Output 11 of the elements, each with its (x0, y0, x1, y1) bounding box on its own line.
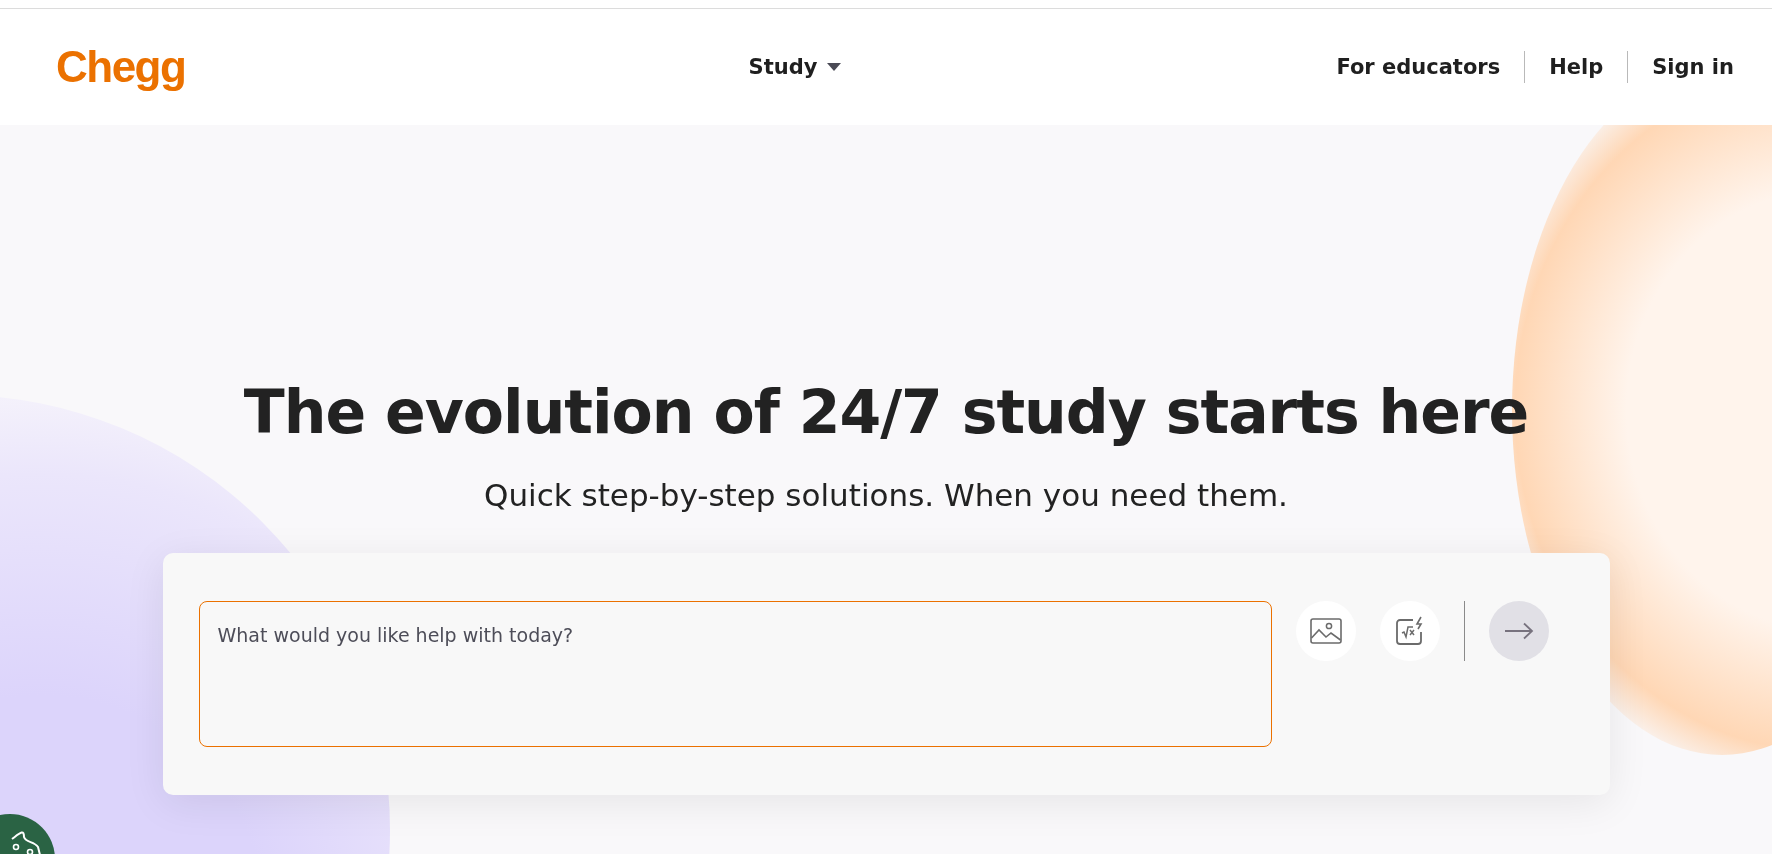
arrow-right-icon (1503, 622, 1534, 640)
square-root-icon (1394, 616, 1425, 646)
nav-link[interactable]: Help (1525, 55, 1628, 79)
nav-link[interactable]: Sign in (1628, 55, 1734, 79)
question-field[interactable]: What would you like help with today? (198, 601, 1272, 747)
image-icon (1309, 618, 1342, 644)
hero-title: The evolution of 24/7 study starts here (243, 377, 1529, 447)
nav-link[interactable]: For educators (1312, 55, 1525, 79)
study-menu[interactable]: Study (748, 55, 842, 79)
hero-subtitle: Quick step-by-step solutions. When you need them. (484, 477, 1288, 513)
caret-icon (827, 63, 842, 71)
